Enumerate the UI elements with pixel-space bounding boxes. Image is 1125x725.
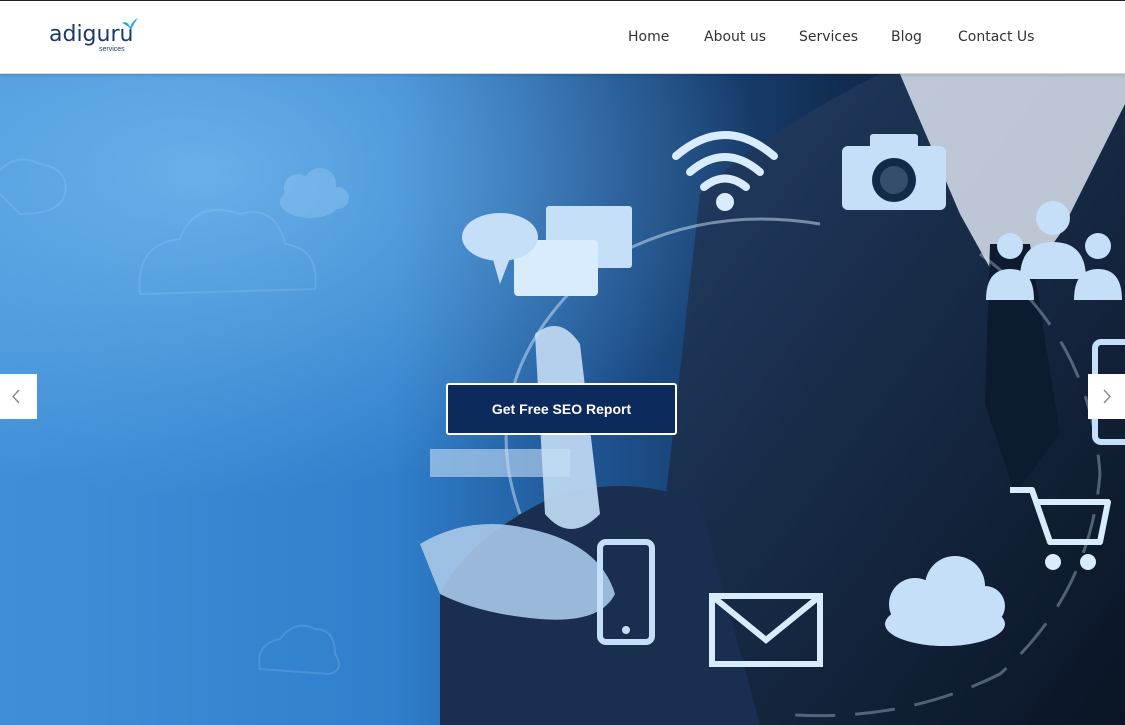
slider-next-button[interactable] bbox=[1088, 374, 1125, 419]
chevron-left-icon bbox=[12, 389, 20, 404]
nav-item-services[interactable]: Services bbox=[799, 29, 858, 45]
nav-item-home[interactable]: Home bbox=[628, 29, 669, 45]
nav-item-contact[interactable]: Contact Us bbox=[958, 29, 1034, 45]
nav-item-blog[interactable]: Blog bbox=[891, 29, 922, 45]
get-seo-report-button[interactable]: Get Free SEO Report bbox=[446, 383, 677, 435]
nav-item-about[interactable]: About us bbox=[704, 29, 766, 45]
chevron-right-icon bbox=[1103, 389, 1111, 404]
hero-slider: Get Free SEO Report bbox=[0, 74, 1125, 725]
site-header: adiguru services Home About us Services … bbox=[0, 1, 1125, 74]
main-nav: Home About us Services Blog Contact Us bbox=[0, 29, 1125, 49]
slider-prev-button[interactable] bbox=[0, 374, 37, 419]
